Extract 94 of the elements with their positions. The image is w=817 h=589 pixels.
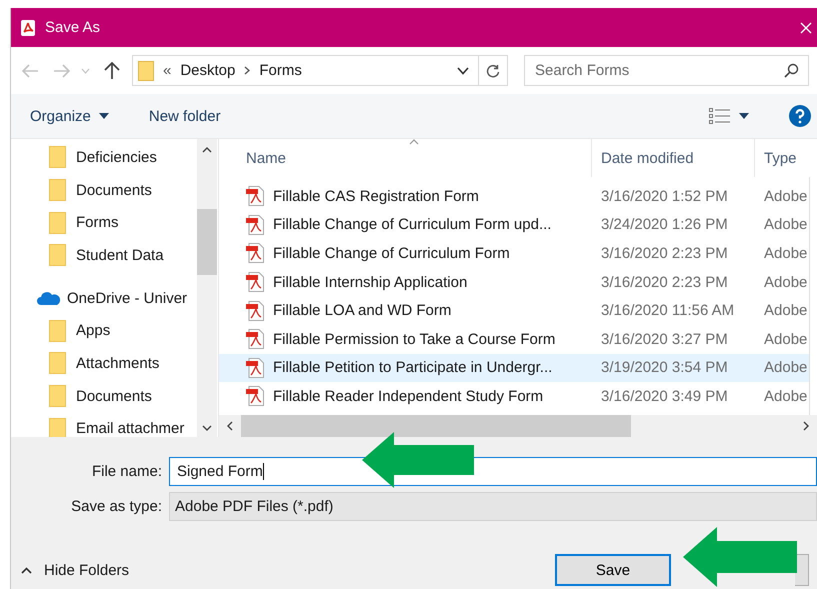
hide-folders-button[interactable]: Hide Folders: [21, 562, 130, 578]
date-cell-text: 3/16/2020 2:23 PM: [600, 274, 729, 291]
date-cell-text: 3/16/2020 2:23 PM: [600, 244, 729, 262]
type-cell-text: Adobe: [763, 330, 808, 348]
file-row[interactable]: Fillable Change of Curriculum Form 3/16/2020 2:23 PM Adobe: [219, 239, 809, 268]
column-header[interactable]: Type: [755, 139, 817, 177]
file-row[interactable]: Fillable Reader Independent Study Form 3/16/2020 3:49 PM Adobe: [219, 382, 809, 411]
sidebar-item[interactable]: Student Data: [49, 239, 197, 272]
date-cell-text: 3/16/2020 1:52 PM: [600, 188, 729, 205]
scroll-left-icon[interactable]: [227, 421, 233, 431]
toolbar-button[interactable]: Organize: [30, 108, 109, 124]
file-row[interactable]: Fillable CAS Registration Form 3/16/2020 1:52 PM Adobe: [219, 182, 809, 211]
scroll-right-icon[interactable]: [803, 421, 809, 431]
up-arrow-icon[interactable]: [104, 62, 120, 80]
file-name: Fillable CAS Registration Form: [273, 188, 479, 205]
address-bar[interactable]: « Desktop Forms: [132, 55, 508, 86]
search-icon: [784, 63, 799, 78]
close-icon[interactable]: [800, 22, 812, 34]
file-name: Fillable Internship Application: [273, 274, 468, 291]
search-field[interactable]: Search Forms: [524, 55, 809, 86]
file-type-dropdown[interactable]: Adobe PDF Files (*.pdf): [169, 492, 817, 521]
window-title: Save As: [45, 19, 102, 36]
file-name: Fillable Change of Curriculum Form: [273, 244, 510, 262]
toolbar-button[interactable]: New folder: [148, 108, 221, 124]
folder-icon: [49, 352, 66, 374]
breadcrumb[interactable]: Desktop: [180, 62, 236, 79]
folder-icon: [49, 179, 66, 202]
pdf-file-icon: [246, 300, 264, 321]
chevron-up-icon: [21, 566, 32, 574]
date-cell-text: 3/19/2020 3:54 PM: [600, 359, 729, 376]
file-row[interactable]: Fillable Internship Application 3/16/2020 2:23 PM Adobe: [219, 268, 809, 296]
column-header[interactable]: Name: [219, 139, 592, 177]
type-cell-text: Adobe: [763, 274, 808, 291]
sort-caret-icon: [409, 139, 419, 145]
pdf-file-icon: [246, 214, 264, 235]
type-cell-text: Adobe: [763, 302, 808, 320]
pdf-file-icon: [246, 186, 264, 206]
sidebar-item[interactable]: Deficiencies: [49, 141, 197, 174]
type-cell-text: Adobe: [763, 244, 808, 262]
sidebar-item[interactable]: Email attachmer: [49, 412, 197, 437]
sidebar-item[interactable]: Forms: [49, 206, 197, 240]
view-options-icon[interactable]: [709, 108, 731, 124]
breadcrumb[interactable]: Forms: [259, 62, 302, 79]
column-header[interactable]: Date modified: [592, 139, 755, 177]
pdf-file-icon: [246, 329, 264, 350]
pdf-file-icon: [246, 386, 264, 406]
type-cell-text: Adobe: [763, 188, 808, 205]
scrollbar-thumb[interactable]: [241, 415, 631, 437]
folder-icon: [49, 418, 66, 437]
dropdown-caret-icon[interactable]: [457, 66, 469, 74]
date-cell-text: 3/16/2020 3:49 PM: [600, 388, 729, 405]
save-button[interactable]: Save: [555, 554, 671, 586]
field-label: File name:: [90, 463, 163, 480]
file-name: Fillable Change of Curriculum Form upd...: [273, 216, 552, 234]
cloud-icon: [37, 291, 61, 306]
sidebar-item[interactable]: Documents: [49, 380, 197, 412]
pdf-file-icon: [246, 272, 264, 292]
date-cell-text: 3/24/2020 1:26 PM: [600, 216, 729, 234]
pdf-file-icon: [246, 358, 264, 378]
file-row[interactable]: Fillable Petition to Participate in Undergr... 3/19/2020 3:54 PM Adobe: [219, 354, 809, 382]
sidebar-item[interactable]: OneDrive - Univer: [37, 282, 197, 314]
sidebar-item[interactable]: Documents: [49, 174, 197, 206]
pdf-file-icon: [246, 243, 264, 264]
sidebar-item[interactable]: Attachments: [49, 347, 197, 380]
date-cell-text: 3/16/2020 3:27 PM: [600, 330, 729, 348]
type-cell-text: Adobe: [763, 359, 808, 376]
sidebar-item[interactable]: Apps: [49, 314, 197, 348]
type-cell-text: Adobe: [763, 388, 808, 405]
scrollbar-thumb[interactable]: [197, 209, 217, 275]
folder-icon: [49, 212, 66, 234]
file-name: Fillable Permission to Take a Course Form: [273, 330, 556, 348]
field-label: Save as type:: [70, 498, 163, 515]
date-cell-text: 3/16/2020 11:56 AM: [600, 302, 736, 320]
folder-icon: [138, 60, 154, 80]
file-name: Fillable Petition to Participate in Undergr...: [273, 359, 552, 376]
file-row[interactable]: Fillable Change of Curriculum Form upd... 3/24/2020 1:26 PM Adobe: [219, 210, 809, 240]
caret-icon: [98, 113, 109, 119]
scroll-up-icon[interactable]: [202, 147, 212, 153]
file-row[interactable]: Fillable Permission to Take a Course Form 3/16/2020 3:27 PM Adobe: [219, 324, 809, 354]
refresh-icon: [486, 64, 500, 78]
file-name: Fillable LOA and WD Form: [273, 302, 452, 320]
scroll-down-icon[interactable]: [202, 425, 212, 431]
help-icon[interactable]: [789, 105, 811, 127]
pdf-app-icon: [21, 20, 35, 36]
folder-icon: [49, 320, 66, 342]
breadcrumb-chevron-icon[interactable]: [244, 66, 250, 75]
type-cell-text: Adobe: [763, 216, 808, 234]
file-name: Fillable Reader Independent Study Form: [273, 388, 544, 405]
file-row[interactable]: Fillable LOA and WD Form 3/16/2020 11:56 AM Adobe: [219, 296, 809, 325]
caret-icon[interactable]: [739, 113, 749, 119]
folder-icon: [49, 385, 66, 408]
folder-icon: [49, 244, 66, 266]
overflow-chevrons[interactable]: «: [163, 62, 172, 79]
folder-icon: [49, 146, 66, 168]
